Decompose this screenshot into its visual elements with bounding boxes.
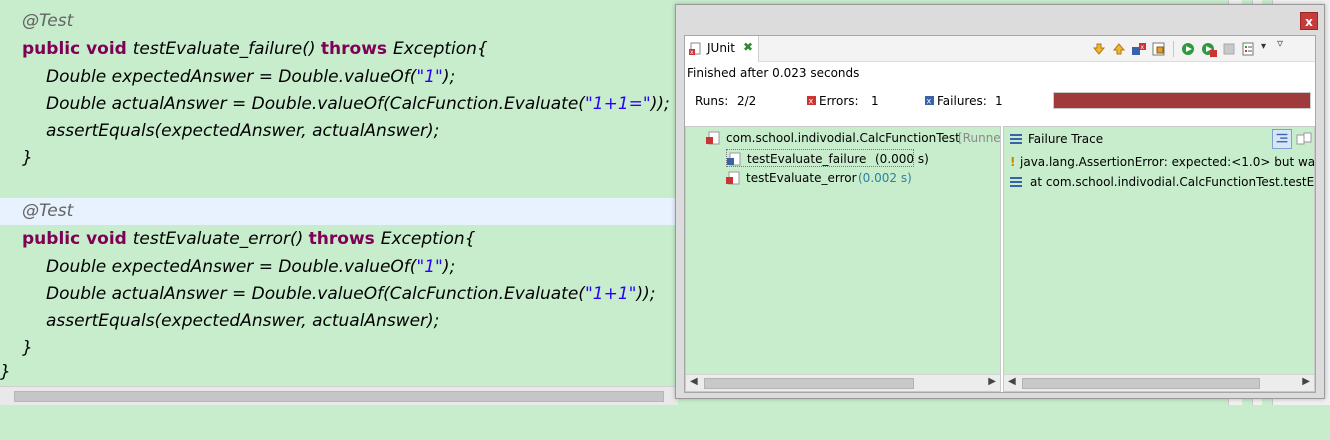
svg-text:x: x xyxy=(690,49,694,56)
test-time: (0.002 s) xyxy=(858,171,912,185)
stack-frame-icon xyxy=(1010,177,1022,187)
keyword-public-void: public void xyxy=(22,39,133,59)
code-text: Double actualAnswer = Double.valueOf(Cal… xyxy=(46,284,585,304)
view-menu-icon[interactable]: ▿ xyxy=(1277,36,1293,52)
scroll-left-icon[interactable]: ◀ xyxy=(690,376,698,387)
runs-value: 2/2 xyxy=(737,94,757,108)
string-literal: "1" xyxy=(416,67,443,87)
errors-value: 1 xyxy=(871,94,879,108)
error-icon: x xyxy=(807,96,816,105)
scroll-right-icon[interactable]: ▶ xyxy=(988,376,996,387)
progress-bar xyxy=(1053,92,1311,109)
history-icon[interactable] xyxy=(1241,41,1257,57)
keyword-throws: throws xyxy=(320,39,393,59)
method-signature: testEvaluate_error() xyxy=(132,229,309,249)
tree-item-test-failure[interactable]: testEvaluate_failure (0.000 s) xyxy=(726,149,929,167)
trace-line-text: at com.school.indivodial.CalcFunctionTes… xyxy=(1030,175,1315,189)
junit-window[interactable]: x x JUnit ✖ x ▾ ▿ Finished after 0.023 s… xyxy=(675,4,1325,399)
failures-label: Failures: xyxy=(937,94,987,108)
suite-name: com.school.indivodial.CalcFunctionTest xyxy=(726,131,960,145)
method-signature: testEvaluate_failure() xyxy=(132,39,321,59)
filter-stack-icon[interactable] xyxy=(1272,129,1292,149)
errors-label: Errors: xyxy=(819,94,859,108)
test-time: (0.000 s) xyxy=(875,152,929,166)
code-text: Double expectedAnswer = Double.valueOf( xyxy=(46,257,417,277)
exception-type: Exception{ xyxy=(392,39,488,59)
progress-fill xyxy=(1054,93,1310,108)
keyword-public-void: public void xyxy=(22,229,133,249)
test-name: testEvaluate_error xyxy=(746,171,857,185)
failure-trace-pane[interactable]: Failure Trace ! java.lang.AssertionError… xyxy=(1003,126,1315,392)
string-literal: "1" xyxy=(416,257,443,277)
code-text: } xyxy=(22,338,33,358)
code-text: assertEquals(expectedAnswer, actualAnswe… xyxy=(46,311,440,331)
runs-label: Runs: xyxy=(695,94,729,108)
trace-horizontal-scrollbar[interactable]: ◀ ▶ xyxy=(1004,374,1314,391)
trace-line-text: java.lang.AssertionError: expected:<1.0>… xyxy=(1020,155,1315,169)
window-close-button[interactable]: x xyxy=(1300,12,1318,30)
exception-type: Exception{ xyxy=(380,229,476,249)
stop-icon[interactable] xyxy=(1221,41,1237,57)
rerun-failed-first-icon[interactable] xyxy=(1201,41,1217,57)
code-text: ); xyxy=(442,67,456,87)
code-text: )); xyxy=(650,94,670,114)
editor-scroll-thumb[interactable] xyxy=(14,391,664,402)
window-titlebar[interactable]: x xyxy=(676,5,1324,35)
keyword-throws: throws xyxy=(308,229,381,249)
scroll-right-icon[interactable]: ▶ xyxy=(1302,376,1310,387)
code-text: } xyxy=(22,148,33,168)
junit-view: x JUnit ✖ x ▾ ▿ Finished after 0.023 sec… xyxy=(684,35,1316,393)
svg-text:x: x xyxy=(927,97,932,106)
scroll-lock-icon[interactable] xyxy=(1151,41,1167,57)
test-tree-scroll-thumb[interactable] xyxy=(704,378,914,389)
code-text: Double expectedAnswer = Double.valueOf( xyxy=(46,67,417,87)
svg-text:x: x xyxy=(809,97,814,106)
tab-label: JUnit xyxy=(707,41,735,55)
previous-failure-icon[interactable] xyxy=(1111,41,1127,57)
run-status-text: Finished after 0.023 seconds xyxy=(687,66,860,80)
editor-horizontal-scrollbar[interactable] xyxy=(0,386,678,405)
annotation-test: @Test xyxy=(22,201,74,221)
trace-scroll-thumb[interactable] xyxy=(1022,378,1260,389)
next-failure-icon[interactable] xyxy=(1091,41,1107,57)
junit-icon: x xyxy=(689,42,701,56)
suite-runner: [Runner xyxy=(958,131,1001,145)
test-tree-horizontal-scrollbar[interactable]: ◀ ▶ xyxy=(686,374,1000,391)
show-failures-only-icon[interactable]: x xyxy=(1131,41,1147,57)
code-text: )); xyxy=(636,284,656,304)
string-literal: "1+1=" xyxy=(584,94,651,114)
test-error-icon xyxy=(726,171,740,185)
results-panes: com.school.indivodial.CalcFunctionTest [… xyxy=(685,126,1315,392)
test-failure-icon xyxy=(727,152,741,166)
code-text: } xyxy=(0,362,11,382)
code-text: ); xyxy=(442,257,456,277)
code-text: assertEquals(expectedAnswer, actualAnswe… xyxy=(46,121,440,141)
tab-close-icon[interactable]: ✖ xyxy=(743,40,753,54)
failure-trace-header: Failure Trace xyxy=(1004,127,1314,151)
rerun-icon[interactable] xyxy=(1181,41,1197,57)
svg-text:x: x xyxy=(1141,44,1145,51)
annotation-test: @Test xyxy=(22,11,74,31)
tab-junit[interactable]: x JUnit ✖ xyxy=(685,36,759,62)
code-text: Double actualAnswer = Double.valueOf(Cal… xyxy=(46,94,585,114)
scroll-left-icon[interactable]: ◀ xyxy=(1008,376,1016,387)
dropdown-arrow-icon[interactable]: ▾ xyxy=(1261,41,1277,57)
stack-trace-icon xyxy=(1010,134,1022,144)
failure-icon: x xyxy=(925,96,934,105)
assertion-warning-icon: ! xyxy=(1010,155,1016,169)
view-tabbar: x JUnit ✖ x ▾ ▿ xyxy=(685,36,1315,62)
compare-results-icon[interactable] xyxy=(1296,131,1312,147)
test-name: testEvaluate_failure xyxy=(747,152,867,166)
string-literal: "1+1" xyxy=(584,284,637,304)
failure-trace-title: Failure Trace xyxy=(1028,132,1104,146)
test-tree-pane[interactable]: com.school.indivodial.CalcFunctionTest [… xyxy=(685,126,1001,392)
failures-value: 1 xyxy=(995,94,1003,108)
suite-error-icon xyxy=(706,131,720,145)
